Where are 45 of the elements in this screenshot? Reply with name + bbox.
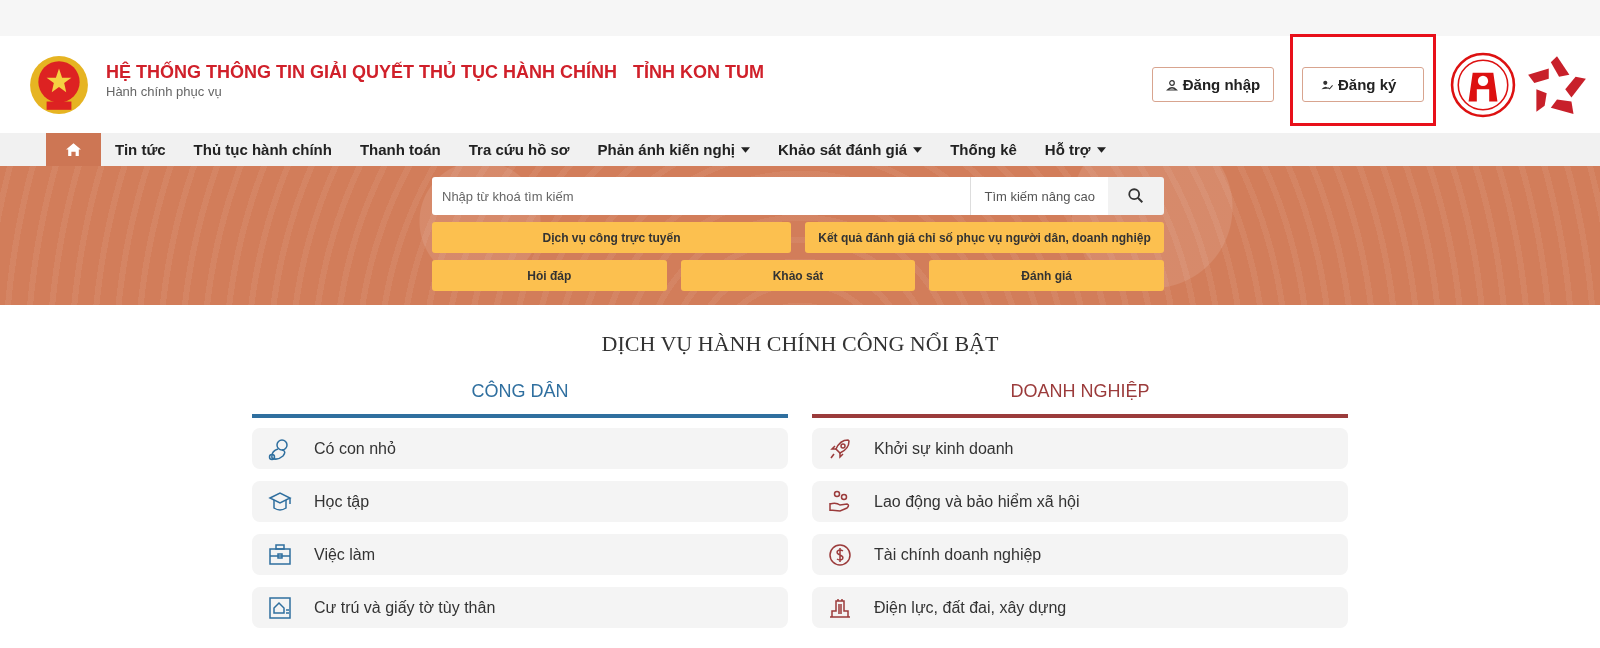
service-item[interactable]: Tài chính doanh nghiệp: [812, 534, 1348, 575]
id-card-icon: [268, 595, 292, 620]
nav-link[interactable]: Tra cứu hồ sơ: [454, 133, 584, 166]
site-title: HỆ THỐNG THÔNG TIN GIẢI QUYẾT THỦ TỤC HÀNH CHÍNH: [106, 62, 617, 83]
search-button[interactable]: [1108, 177, 1164, 215]
quick-link-button[interactable]: Kết quả đánh giá chỉ số phục vụ người dân, doanh nghiệp: [805, 222, 1164, 253]
user-icon: [1165, 78, 1178, 91]
register-button[interactable]: Đăng ký: [1302, 67, 1424, 102]
nav-link[interactable]: Khảo sát đánh giá: [764, 133, 937, 166]
service-item[interactable]: Điện lực, đất đai, xây dựng: [812, 587, 1348, 628]
service-item[interactable]: Cư trú và giấy tờ tùy thân: [252, 587, 788, 628]
search-icon: [1127, 187, 1145, 205]
province-name: TỈNH KON TUM: [633, 62, 764, 83]
national-emblem-icon: [28, 53, 90, 116]
search-field[interactable]: Nhập từ khoá tìm kiếm: [432, 177, 971, 215]
hand-people-icon: [828, 489, 852, 514]
nav-link[interactable]: Tin tức: [101, 133, 180, 166]
section-title: DỊCH VỤ HÀNH CHÍNH CÔNG NỔI BẬT: [600, 331, 1000, 357]
service-item[interactable]: Khởi sự kinh doanh: [812, 428, 1348, 469]
nav-link[interactable]: Thanh toán: [345, 133, 455, 166]
nav-link[interactable]: Phản ánh kiến nghị: [583, 133, 764, 166]
user-check-icon: [1321, 78, 1333, 91]
service-item[interactable]: Lao động và bảo hiểm xã hội: [812, 481, 1348, 522]
column-heading: DOANH NGHIỆP: [812, 381, 1348, 418]
dollar-icon: [828, 542, 852, 567]
briefcase-icon: [268, 542, 292, 567]
advanced-search-link[interactable]: Tìm kiếm nâng cao: [970, 177, 1108, 215]
nav-link[interactable]: Thủ tục hành chính: [179, 133, 346, 166]
column-heading: CÔNG DÂN: [252, 381, 788, 418]
quick-link-button[interactable]: Dịch vụ công trực tuyến: [432, 222, 791, 253]
home-icon: [65, 142, 82, 157]
graduation-cap-icon: [268, 489, 292, 514]
home-tab[interactable]: [46, 133, 101, 166]
quick-link-button[interactable]: Đánh giá: [929, 260, 1164, 291]
nav-link[interactable]: Thống kê: [936, 133, 1031, 166]
login-button[interactable]: Đăng nhập: [1152, 67, 1274, 102]
service-item[interactable]: Có con nhỏ: [252, 428, 788, 469]
service-item[interactable]: Học tập: [252, 481, 788, 522]
rocket-icon: [828, 436, 852, 461]
seal-logo-icon: [1450, 51, 1516, 118]
quick-link-button[interactable]: Khảo sát: [680, 260, 916, 291]
site-subtitle: Hành chính phục vụ: [106, 84, 223, 99]
service-item[interactable]: Việc làm: [252, 534, 788, 575]
quick-link-button[interactable]: Hỏi đáp: [432, 260, 667, 291]
nav-link[interactable]: Hỗ trợ: [1030, 133, 1120, 166]
